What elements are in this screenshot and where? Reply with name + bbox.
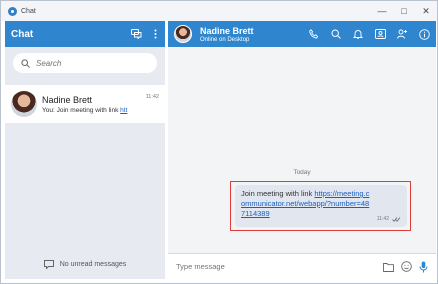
conversation-time: 11:42 xyxy=(145,94,159,100)
info-icon[interactable] xyxy=(416,26,432,42)
search-box[interactable] xyxy=(13,53,157,73)
search-icon xyxy=(21,58,30,68)
conversation-preview: You: Join meeting with link htt xyxy=(42,107,157,114)
search-input[interactable] xyxy=(36,58,146,68)
contact-avatar[interactable] xyxy=(174,25,192,43)
message-body: Join meeting with link xyxy=(241,189,315,198)
message-bubble[interactable]: Join meeting with link https://meeting.c… xyxy=(235,185,407,227)
add-person-icon[interactable] xyxy=(394,26,410,42)
contact-name: Nadine Brett xyxy=(200,25,254,36)
message-text: Join meeting with link https://meeting.c… xyxy=(241,189,371,219)
conversation-header: Nadine Brett Online on Desktop xyxy=(168,21,436,47)
search-icon[interactable] xyxy=(328,26,344,42)
day-separator: Today xyxy=(293,169,311,176)
maximize-button[interactable]: □ xyxy=(393,1,415,21)
message-input[interactable] xyxy=(176,262,356,271)
preview-text: You: Join meeting with link xyxy=(42,106,121,114)
more-options-icon[interactable] xyxy=(154,29,157,39)
preview-link: htt xyxy=(120,106,128,114)
contact-card-icon[interactable] xyxy=(372,26,388,42)
new-chat-icon[interactable] xyxy=(131,29,142,39)
chat-window: Chat — □ ✕ Chat Search Nadine Brett You:… xyxy=(0,0,438,284)
double-check-icon xyxy=(392,216,401,222)
contact-status: Online on Desktop xyxy=(200,36,250,43)
sidebar: Chat Nadine Brett You: Jo xyxy=(5,21,165,279)
unread-status: No unread messages xyxy=(5,260,165,269)
sidebar-title: Chat xyxy=(11,28,34,40)
attach-file-icon[interactable] xyxy=(383,262,394,272)
message-composer xyxy=(168,253,436,279)
close-button[interactable]: ✕ xyxy=(415,1,437,21)
minimize-button[interactable]: — xyxy=(371,1,393,21)
window-title: Chat xyxy=(21,7,36,15)
phone-call-icon[interactable] xyxy=(306,26,322,42)
unread-label: No unread messages xyxy=(59,261,127,268)
conversation-name: Nadine Brett xyxy=(42,94,93,105)
microphone-icon[interactable] xyxy=(419,261,428,273)
message-icon xyxy=(43,260,54,269)
sidebar-header: Chat xyxy=(5,21,165,47)
notifications-bell-icon[interactable] xyxy=(350,26,366,42)
conversation-item[interactable]: Nadine Brett You: Join meeting with link… xyxy=(5,85,165,123)
conversation-panel: Nadine Brett Online on Desktop Today Joi… xyxy=(168,21,436,279)
emoji-icon[interactable] xyxy=(401,261,412,272)
app-icon xyxy=(8,6,17,16)
avatar xyxy=(11,91,37,117)
title-bar: Chat — □ ✕ xyxy=(1,1,437,21)
message-time: 11:42 xyxy=(376,216,389,222)
